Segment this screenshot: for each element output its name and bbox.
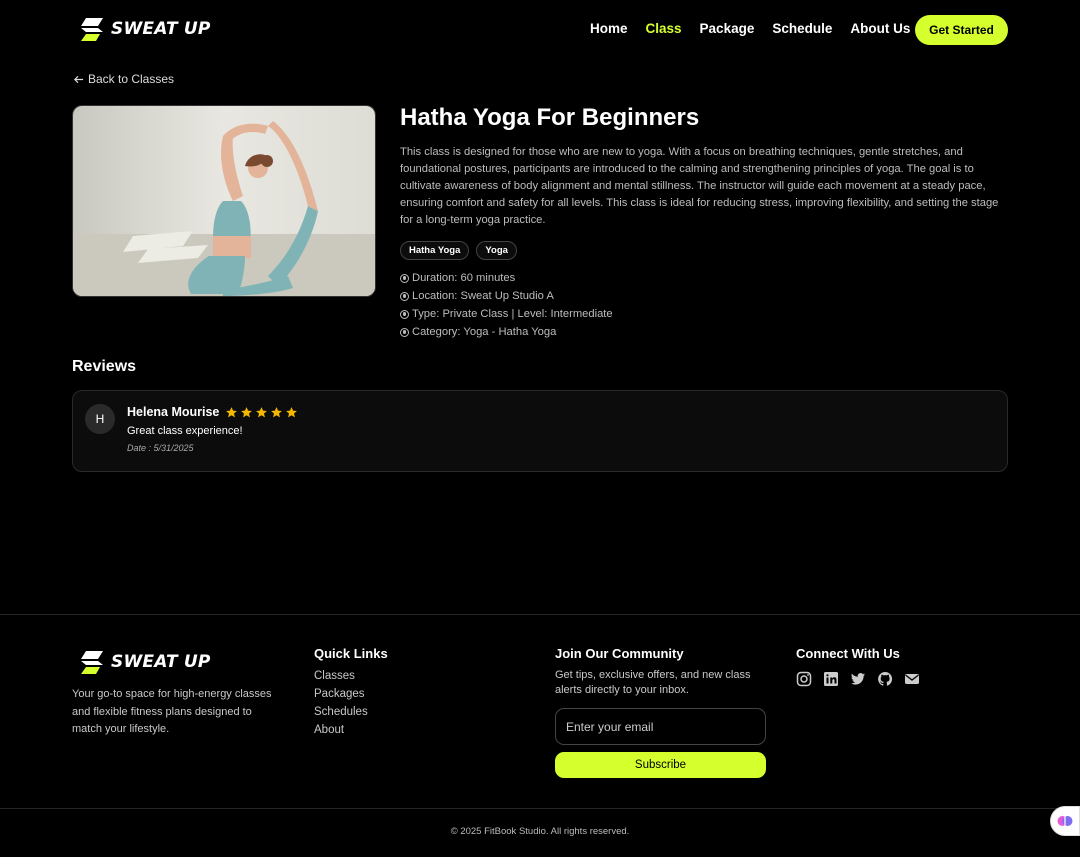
reviews-title: Reviews bbox=[72, 358, 137, 375]
tag-yoga: Yoga bbox=[476, 241, 517, 260]
footer-brand-logo[interactable]: SWEAT UP bbox=[79, 649, 211, 675]
mail-icon[interactable] bbox=[904, 671, 920, 687]
footer-bottom-divider bbox=[0, 808, 1080, 809]
yoga-photo-illustration bbox=[73, 106, 375, 296]
back-link-label: Back to Classes bbox=[88, 72, 175, 86]
info-duration: Duration: 60 minutes bbox=[400, 269, 613, 287]
arrow-left-icon bbox=[73, 75, 84, 83]
brand-logo[interactable]: SWEAT UP bbox=[79, 16, 211, 42]
footer-about-text: Your go-to space for high-energy classes… bbox=[72, 688, 272, 735]
info-location: Location: Sweat Up Studio A bbox=[400, 287, 613, 305]
email-input[interactable] bbox=[555, 708, 766, 745]
footer-divider bbox=[0, 614, 1080, 615]
quick-links-list: Classes Packages Schedules About bbox=[314, 668, 368, 740]
connect-title: Connect With Us bbox=[796, 646, 900, 661]
footer-link-schedules[interactable]: Schedules bbox=[314, 704, 368, 722]
class-tags: Hatha Yoga Yoga bbox=[400, 241, 517, 260]
back-to-classes-link[interactable]: Back to Classes bbox=[73, 72, 174, 86]
class-image bbox=[72, 105, 376, 297]
review-text: Great class experience! bbox=[127, 425, 243, 437]
quick-links-title: Quick Links bbox=[314, 646, 388, 661]
nav-about-us[interactable]: About Us bbox=[850, 21, 910, 36]
radio-bullet-icon bbox=[400, 309, 409, 319]
star-icon bbox=[226, 406, 238, 417]
star-icon bbox=[241, 406, 253, 417]
review-date: Date : 5/31/2025 bbox=[127, 443, 194, 453]
reviewer-name: Helena Mourise bbox=[127, 405, 220, 419]
tag-hatha-yoga: Hatha Yoga bbox=[400, 241, 470, 260]
community-text: Get tips, exclusive offers, and new clas… bbox=[555, 669, 751, 696]
radio-bullet-icon bbox=[400, 291, 409, 301]
assistant-widget-button[interactable] bbox=[1050, 806, 1080, 836]
community-title: Join Our Community bbox=[555, 646, 684, 661]
reviewer-row: Helena Mourise bbox=[127, 405, 298, 419]
site-header: SWEAT UP Home Class Package Schedule Abo… bbox=[0, 0, 1080, 60]
class-info-list: Duration: 60 minutes Location: Sweat Up … bbox=[400, 269, 613, 341]
footer-link-packages[interactable]: Packages bbox=[314, 686, 368, 704]
linkedin-icon[interactable] bbox=[823, 671, 839, 687]
review-card: H Helena Mourise Great class experience!… bbox=[72, 390, 1008, 472]
copyright-text: © 2025 FitBook Studio. All rights reserv… bbox=[450, 826, 630, 837]
main-nav: Home Class Package Schedule About Us bbox=[590, 21, 910, 36]
class-description: This class is designed for those who are… bbox=[400, 146, 999, 226]
info-category: Category: Yoga - Hatha Yoga bbox=[400, 323, 613, 341]
twitter-icon[interactable] bbox=[850, 671, 866, 687]
nav-class[interactable]: Class bbox=[646, 21, 682, 36]
radio-bullet-icon bbox=[400, 273, 409, 283]
class-title: Hatha Yoga For Beginners bbox=[400, 104, 700, 131]
get-started-button[interactable]: Get Started bbox=[915, 15, 1008, 45]
star-icon bbox=[286, 406, 298, 417]
footer-brand-name: SWEAT UP bbox=[111, 652, 211, 672]
social-links bbox=[796, 671, 920, 687]
nav-schedule[interactable]: Schedule bbox=[772, 21, 832, 36]
footer-link-about[interactable]: About bbox=[314, 722, 368, 740]
nav-package[interactable]: Package bbox=[700, 21, 755, 36]
reviewer-avatar: H bbox=[85, 404, 115, 434]
footer-link-classes[interactable]: Classes bbox=[314, 668, 368, 686]
bolt-logo-icon bbox=[81, 651, 103, 674]
github-icon[interactable] bbox=[877, 671, 893, 687]
info-type-level: Type: Private Class | Level: Intermediat… bbox=[400, 305, 613, 323]
radio-bullet-icon bbox=[400, 327, 409, 337]
subscribe-button[interactable]: Subscribe bbox=[555, 752, 766, 778]
review-rating bbox=[225, 406, 298, 419]
bolt-logo-icon bbox=[81, 18, 103, 41]
star-icon bbox=[271, 406, 283, 417]
instagram-icon[interactable] bbox=[796, 671, 812, 687]
brand-name: SWEAT UP bbox=[111, 19, 211, 39]
star-icon bbox=[256, 406, 268, 417]
nav-home[interactable]: Home bbox=[590, 21, 628, 36]
brain-icon bbox=[1057, 816, 1073, 826]
